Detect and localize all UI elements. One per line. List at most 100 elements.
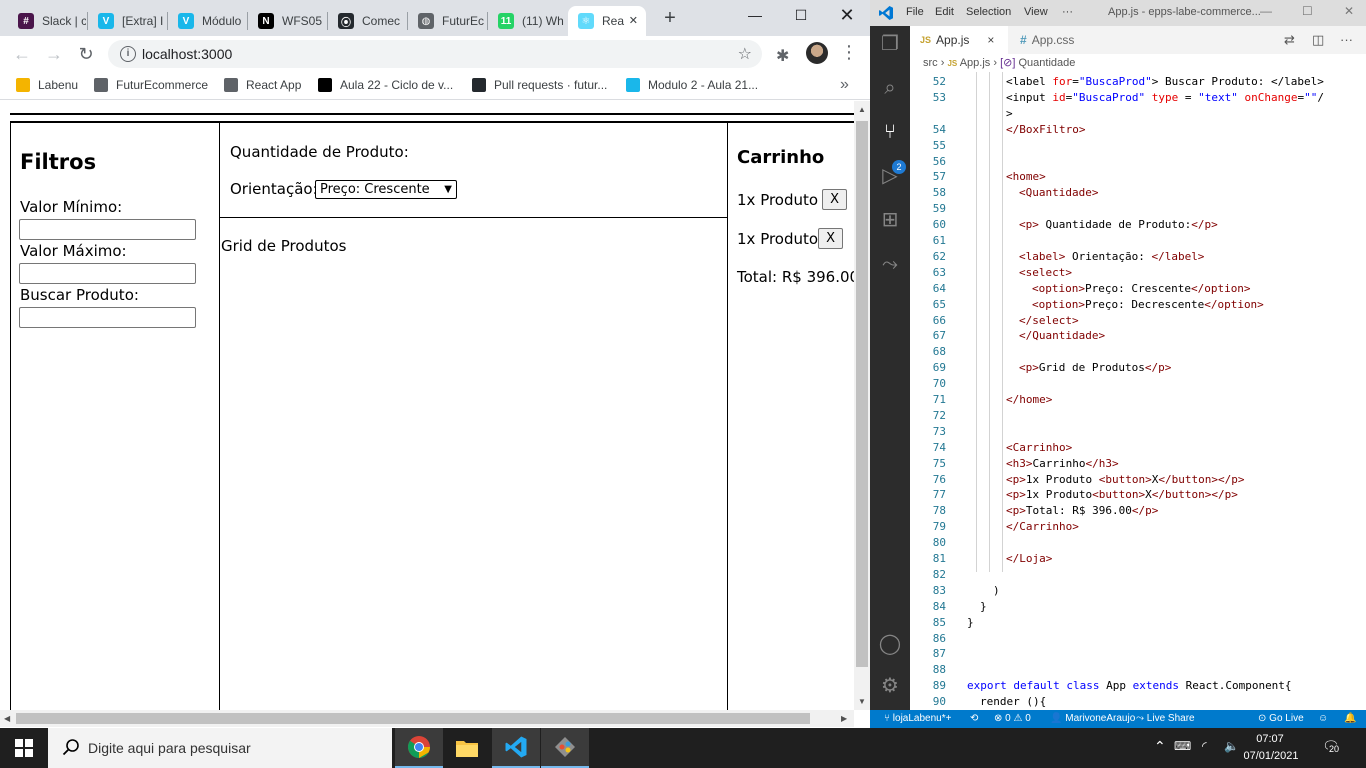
remove-item-button[interactable]: X: [818, 228, 843, 249]
menu-more[interactable]: ···: [1062, 6, 1073, 18]
scrollbar-thumb[interactable]: [856, 121, 868, 667]
bookmark-item[interactable]: React App: [224, 78, 301, 92]
menu-view[interactable]: View: [1024, 6, 1048, 18]
notifications-bell-icon[interactable]: 🔔: [1344, 713, 1356, 724]
maximize-icon[interactable]: ☐: [778, 0, 824, 30]
wifi-icon[interactable]: ◜: [1202, 739, 1207, 753]
symbol-icon: [⊘]: [1000, 57, 1016, 69]
source-control-icon[interactable]: ⑂: [878, 120, 902, 144]
bookmark-item[interactable]: FuturEcommerce: [94, 78, 208, 92]
close-icon[interactable]: ✕: [824, 0, 870, 30]
code-editor[interactable]: 52 <label for="BuscaProd"> Buscar Produto…: [910, 72, 1366, 710]
show-hidden-icons-icon[interactable]: ⌃: [1154, 738, 1166, 755]
account-icon[interactable]: ◯: [878, 632, 902, 656]
file-explorer-taskbar-button[interactable]: [443, 728, 491, 768]
bookmark-item[interactable]: Pull requests · futur...: [472, 78, 607, 92]
explorer-icon[interactable]: ❐: [878, 32, 902, 56]
close-tab-icon[interactable]: ✕: [629, 14, 638, 27]
bookmarks-more-button[interactable]: »: [840, 76, 849, 94]
menu-edit[interactable]: Edit: [935, 6, 954, 18]
page-vertical-scrollbar[interactable]: ▲ ▼: [854, 101, 870, 710]
min-value-input[interactable]: [19, 219, 196, 240]
browser-tab[interactable]: V Módulo: [168, 6, 246, 36]
bookmark-item[interactable]: Labenu: [16, 78, 78, 92]
url-text[interactable]: localhost:3000: [142, 46, 232, 62]
language-icon[interactable]: ⌨: [1174, 739, 1191, 753]
problems-status[interactable]: ⊗ 0 ⚠ 0: [994, 713, 1031, 724]
vscode-window: File Edit Selection View ··· App.js - ep…: [870, 0, 1366, 728]
breadcrumb-symbol[interactable]: Quantidade: [1019, 57, 1076, 69]
menu-selection[interactable]: Selection: [966, 6, 1011, 18]
maximize-icon[interactable]: ☐: [1302, 4, 1313, 18]
breadcrumb-src[interactable]: src: [923, 57, 938, 69]
profile-avatar[interactable]: [806, 42, 828, 64]
minimize-icon[interactable]: —: [732, 0, 778, 30]
user-status[interactable]: 👤 MarivoneAraujo: [1050, 713, 1135, 724]
forward-icon[interactable]: →: [42, 42, 66, 66]
browser-tab[interactable]: 11 (11) Wh: [488, 6, 566, 36]
close-icon[interactable]: ✕: [1344, 4, 1354, 18]
clock-time[interactable]: 07:07: [1250, 733, 1290, 745]
bookmark-star-icon[interactable]: ☆: [738, 44, 752, 64]
bookmark-item[interactable]: Aula 22 - Ciclo de v...: [318, 78, 453, 92]
tab-app-js[interactable]: JS App.js ×: [910, 26, 1008, 54]
scroll-up-icon[interactable]: ▲: [858, 105, 866, 114]
live-share-status[interactable]: ⤳ Live Share: [1136, 713, 1195, 724]
browser-tab[interactable]: ◍ FuturEc: [408, 6, 486, 36]
new-tab-button[interactable]: +: [660, 8, 680, 28]
minimize-icon[interactable]: —: [1260, 4, 1272, 18]
browser-tab[interactable]: ⦿ Comec: [328, 6, 406, 36]
live-share-icon[interactable]: ⤳: [878, 252, 902, 276]
bookmark-item[interactable]: Modulo 2 - Aula 21...: [626, 78, 758, 92]
line-number: 56: [932, 154, 946, 168]
go-live-status[interactable]: ⊙ Go Live: [1258, 713, 1304, 724]
remove-item-button[interactable]: X: [822, 189, 847, 210]
code-text: </BoxFiltro>: [1006, 122, 1086, 136]
start-button[interactable]: [0, 728, 48, 768]
page-horizontal-scrollbar[interactable]: ◀ ▶: [0, 710, 854, 727]
scroll-left-icon[interactable]: ◀: [4, 714, 10, 723]
code-line: 78 <p>Total: R$ 396.00</p>: [910, 503, 1366, 519]
scroll-right-icon[interactable]: ▶: [841, 714, 847, 723]
site-info-icon[interactable]: i: [120, 46, 136, 62]
settings-gear-icon[interactable]: ⚙: [878, 674, 902, 698]
browser-tab[interactable]: N WFS05: [248, 6, 326, 36]
feedback-icon[interactable]: ☺: [1318, 713, 1328, 724]
action-center-button[interactable]: 🗨 20: [1322, 738, 1344, 756]
max-value-input[interactable]: [19, 263, 196, 284]
browser-tab[interactable]: V [Extra] I: [88, 6, 166, 36]
menu-file[interactable]: File: [906, 6, 924, 18]
volume-icon[interactable]: 🔈: [1224, 739, 1239, 753]
line-number: 84: [932, 599, 946, 613]
close-tab-icon[interactable]: ×: [987, 33, 994, 47]
browser-tab[interactable]: ⚛ Rea ✕: [568, 6, 646, 36]
chrome-menu-icon[interactable]: ⋮: [840, 42, 858, 63]
scroll-down-icon[interactable]: ▼: [858, 697, 866, 706]
search-icon[interactable]: ⌕: [878, 76, 902, 100]
chrome-taskbar-button[interactable]: [395, 728, 443, 768]
address-bar[interactable]: i localhost:3000 ☆: [108, 40, 762, 68]
search-product-input[interactable]: [19, 307, 196, 328]
tab-app-css[interactable]: # App.css: [1010, 26, 1100, 54]
min-value-label: Valor Mínimo:: [20, 198, 123, 216]
vscode-taskbar-button[interactable]: [492, 728, 540, 768]
run-debug-icon[interactable]: ▷: [878, 164, 902, 188]
extensions-icon[interactable]: ✱: [776, 46, 789, 66]
branch-status[interactable]: ⑂ lojaLabenu*+: [884, 713, 951, 724]
orientation-select[interactable]: Preço: Crescente ▼: [315, 180, 457, 199]
scrollbar-thumb[interactable]: [16, 713, 810, 724]
code-line: 53 <input id="BuscaProd" type = "text" on…: [910, 90, 1366, 106]
git-kraken-taskbar-button[interactable]: [541, 728, 589, 768]
sync-icon[interactable]: ⟲: [970, 713, 978, 724]
reload-icon[interactable]: ↻: [74, 42, 98, 66]
vscode-titlebar: File Edit Selection View ··· App.js - ep…: [870, 0, 1366, 26]
breadcrumb-file[interactable]: App.js: [960, 57, 991, 69]
extensions-icon[interactable]: ⊞: [878, 208, 902, 232]
more-actions-icon[interactable]: ···: [1340, 32, 1353, 47]
compare-icon[interactable]: ⇄: [1284, 32, 1295, 48]
browser-tab[interactable]: # Slack | c: [8, 6, 86, 36]
clock-date[interactable]: 07/01/2021: [1240, 750, 1302, 762]
back-icon[interactable]: ←: [10, 42, 34, 66]
split-editor-icon[interactable]: ◫: [1312, 32, 1324, 48]
taskbar-search[interactable]: Digite aqui para pesquisar: [48, 728, 392, 768]
